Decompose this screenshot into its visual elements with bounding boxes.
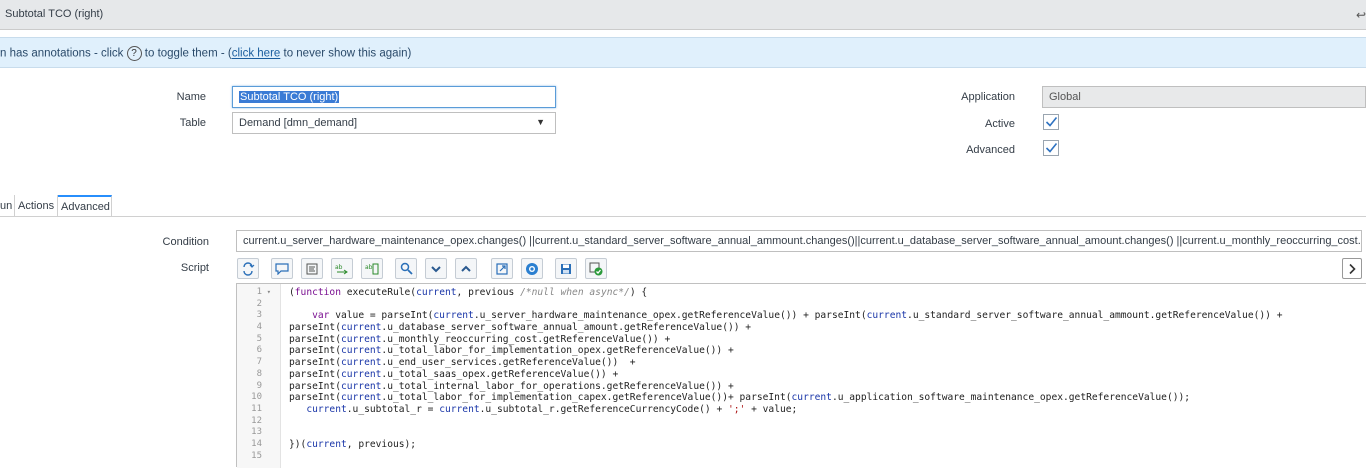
svg-text:ab: ab: [335, 264, 343, 271]
line-number: 7: [256, 357, 262, 368]
application-label: Application: [961, 91, 1015, 103]
advanced-checkbox[interactable]: [1043, 140, 1059, 156]
application-field: Global: [1042, 86, 1366, 108]
code-line: parseInt(current.u_total_labor_for_imple…: [289, 392, 1191, 404]
toggle-syntax-icon[interactable]: [237, 258, 259, 279]
search-icon[interactable]: [395, 258, 417, 279]
line-number: 15: [251, 450, 262, 461]
help-icon[interactable]: ?: [126, 46, 142, 61]
code-area[interactable]: (function executeRule(current, previous …: [289, 287, 1366, 462]
line-number: 5: [256, 333, 262, 344]
code-line: parseInt(current.u_monthly_reoccurring_c…: [289, 333, 671, 345]
save-icon[interactable]: [555, 258, 577, 279]
form-header: Subtotal TCO (right) ↩: [0, 0, 1366, 30]
annotation-banner: n has annotations - click ? to toggle th…: [0, 37, 1366, 68]
code-line: parseInt(current.u_total_labor_for_imple…: [289, 345, 734, 357]
table-select[interactable]: Demand [dmn_demand] ▼: [232, 112, 556, 134]
line-number: 8: [256, 368, 262, 379]
checkmark-icon: [1045, 142, 1058, 153]
code-line: parseInt(current.u_total_saas_opex.getRe…: [289, 368, 619, 380]
svg-text:ab: ab: [365, 264, 373, 271]
help-circle-icon[interactable]: [521, 258, 543, 279]
active-label: Active: [985, 118, 1015, 130]
code-line: parseInt(current.u_end_user_services.get…: [289, 357, 636, 369]
chevron-right-icon[interactable]: [1342, 258, 1362, 279]
comment-icon[interactable]: [271, 258, 293, 279]
tab-advanced[interactable]: Advanced: [58, 195, 112, 217]
replace-icon[interactable]: ab: [331, 258, 353, 279]
open-editor-icon[interactable]: [491, 258, 513, 279]
banner-text-prefix: n has annotations - click: [0, 47, 124, 60]
tab-actions[interactable]: Actions: [15, 195, 58, 217]
code-line: parseInt(current.u_database_server_softw…: [289, 322, 752, 334]
tab-divider: [0, 216, 1366, 217]
advanced-label: Advanced: [966, 144, 1015, 156]
code-line: })(current, previous);: [289, 438, 417, 450]
name-label: Name: [176, 91, 206, 103]
annotation-message: n has annotations - click ? to toggle th…: [0, 46, 411, 61]
check-script-icon[interactable]: [585, 258, 607, 279]
format-icon[interactable]: [301, 258, 323, 279]
banner-text-suffix: to never show this again): [283, 47, 412, 60]
line-number-gutter: 1 ▾ 2 3 4 5 6 7 8 9 10 11 12 13 14 15: [237, 284, 281, 468]
script-editor[interactable]: 1 ▾ 2 3 4 5 6 7 8 9 10 11 12 13 14 15 (function execute…: [236, 283, 1366, 468]
code-line: var value = parseInt(current.u_server_ha…: [312, 310, 1283, 322]
condition-value: current.u_server_hardware_maintenance_op…: [243, 235, 1362, 247]
line-number: 12: [251, 415, 262, 426]
line-number: 13: [251, 427, 262, 438]
line-number: 2: [256, 298, 262, 309]
table-value: Demand [dmn_demand]: [239, 117, 358, 129]
name-value: Subtotal TCO (right): [239, 91, 340, 103]
script-label: Script: [180, 262, 209, 274]
code-line: current.u_subtotal_r = current.u_subtota…: [306, 403, 798, 415]
line-number: 1 ▾: [256, 287, 271, 299]
replace-all-icon[interactable]: ab: [361, 258, 383, 279]
name-input[interactable]: Subtotal TCO (right): [232, 86, 556, 108]
line-number: 3: [256, 310, 262, 321]
code-line: (function executeRule(current, previous …: [289, 287, 648, 298]
chevron-down-icon: ▼: [536, 117, 545, 127]
line-number: 6: [256, 345, 262, 356]
line-number: 10: [251, 392, 262, 403]
line-number: 9: [256, 380, 262, 391]
banner-text-middle: to toggle them - (: [144, 47, 232, 60]
expand-up-icon[interactable]: [455, 258, 477, 279]
back-arrow-icon[interactable]: ↩: [1356, 8, 1366, 22]
collapse-down-icon[interactable]: [425, 258, 447, 279]
active-checkbox[interactable]: [1043, 114, 1059, 130]
condition-label: Condition: [162, 236, 209, 248]
page-title: Subtotal TCO (right): [5, 8, 104, 20]
never-show-link[interactable]: click here: [232, 48, 281, 60]
line-number: 11: [251, 403, 262, 414]
fold-toggle-icon[interactable]: ▾: [267, 287, 271, 299]
condition-input[interactable]: current.u_server_hardware_maintenance_op…: [236, 230, 1362, 252]
line-number: 14: [251, 438, 262, 449]
line-number: 4: [256, 322, 262, 333]
table-label: Table: [179, 117, 206, 129]
checkmark-icon: [1045, 116, 1058, 127]
application-value: Global: [1049, 91, 1081, 103]
code-line: parseInt(current.u_total_internal_labor_…: [289, 380, 734, 392]
tab-when-to-run[interactable]: un: [0, 195, 15, 217]
